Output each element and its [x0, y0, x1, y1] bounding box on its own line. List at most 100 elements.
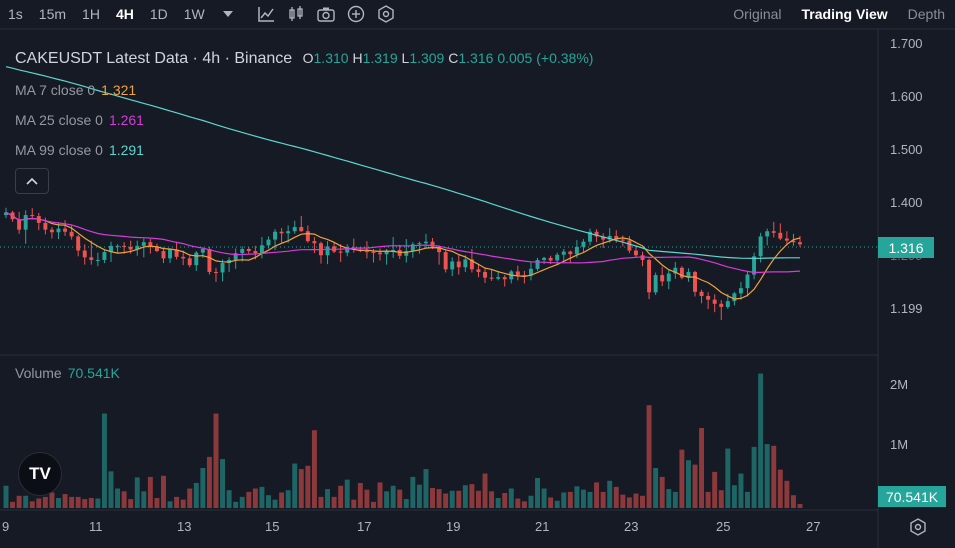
timeframe-1h[interactable]: 1H — [74, 6, 108, 22]
collapse-legend-button[interactable] — [15, 168, 49, 194]
view-trading-view[interactable]: Trading View — [792, 6, 898, 22]
volume-bar — [397, 489, 403, 508]
open-label: O — [302, 50, 314, 66]
timeframe-4h[interactable]: 4H — [108, 6, 142, 22]
candle-body — [56, 228, 61, 233]
ma-7-label: MA 7 close 0 — [15, 82, 96, 98]
volume-bar — [679, 449, 685, 508]
volume-bar — [482, 473, 488, 508]
volume-bar — [338, 485, 344, 508]
candle-body — [693, 271, 697, 292]
candles-icon[interactable] — [281, 1, 311, 27]
settings-hex-icon[interactable] — [905, 515, 931, 539]
volume-bar — [187, 488, 193, 508]
price-tick: 1.700 — [890, 36, 923, 51]
ma-7-legend[interactable]: MA 7 close 0 1.321 — [15, 82, 136, 98]
candle-body — [214, 271, 218, 273]
candle-body — [181, 256, 186, 259]
candle-body — [574, 246, 579, 255]
chevron-down-icon[interactable] — [213, 1, 243, 27]
volume-bar — [430, 488, 435, 508]
volume-bar — [436, 489, 442, 508]
tradingview-logo[interactable]: TV — [18, 452, 62, 496]
volume-bar — [233, 501, 239, 508]
candle-body — [161, 251, 166, 259]
price-tick: 1.500 — [890, 142, 923, 157]
volume-bar — [292, 463, 298, 508]
plus-circle-icon[interactable] — [341, 1, 371, 27]
candle-body — [515, 271, 520, 276]
candle-body — [476, 269, 481, 272]
candle-body — [168, 249, 173, 259]
candle-body — [712, 299, 717, 304]
timeframe-1s[interactable]: 1s — [0, 6, 31, 22]
volume-bar — [777, 469, 783, 508]
candle-body — [338, 251, 343, 253]
volume-value: 70.541K — [67, 365, 120, 381]
chart-canvas[interactable] — [0, 0, 955, 548]
volume-bar — [75, 496, 81, 508]
candle-body — [115, 245, 120, 247]
ma-99-legend[interactable]: MA 99 close 0 1.291 — [15, 142, 144, 158]
candle-body — [738, 288, 743, 294]
volume-bar — [600, 491, 606, 508]
line-chart-icon[interactable] — [251, 1, 281, 27]
timeframe-1d[interactable]: 1D — [142, 6, 176, 22]
volume-bar — [69, 496, 75, 508]
volume-bar — [745, 491, 750, 508]
candle-body — [450, 261, 455, 270]
symbol-legend: CAKEUSDT Latest Data · 4h · Binance O1.3… — [15, 50, 593, 68]
volume-bar — [213, 413, 219, 508]
volume-bar — [554, 500, 560, 508]
settings-hex-icon[interactable] — [371, 1, 401, 27]
price-tick: 1.400 — [890, 195, 923, 210]
volume-bar — [718, 490, 724, 508]
volume-bar — [607, 480, 613, 508]
ma-25-legend[interactable]: MA 25 close 0 1.261 — [15, 112, 144, 128]
symbol-title: CAKEUSDT Latest Data · 4h · Binance — [15, 50, 293, 67]
volume-bar — [541, 488, 547, 508]
volume-bar — [475, 490, 481, 508]
candle-body — [325, 246, 330, 256]
candle-body — [312, 241, 317, 244]
view-switcher: Original Trading View Depth — [723, 0, 955, 28]
toolbar: 1s 15m 1H 4H 1D 1W Original Trading View… — [0, 0, 955, 28]
volume-bar — [298, 469, 304, 508]
candle-body — [423, 241, 428, 244]
ma-25-line — [5, 211, 801, 273]
volume-bar — [239, 496, 245, 508]
volume-bar — [305, 465, 311, 508]
candle-body — [128, 246, 133, 250]
volume-bar — [784, 480, 790, 508]
volume-bar — [115, 488, 121, 508]
camera-icon[interactable] — [311, 1, 341, 27]
price-tick: 1.199 — [890, 301, 923, 316]
volume-bar — [528, 495, 534, 508]
candle-body — [246, 248, 251, 252]
volume-bar — [626, 497, 632, 508]
volume-bar — [36, 498, 42, 508]
candle-body — [647, 259, 652, 293]
volume-bar — [180, 499, 186, 508]
chevron-up-icon — [26, 177, 38, 185]
volume-bar — [587, 491, 593, 508]
candle-body — [620, 239, 625, 241]
volume-bar — [521, 501, 527, 508]
volume-bar — [738, 473, 744, 508]
volume-bar — [705, 491, 711, 508]
timeframe-1w[interactable]: 1W — [176, 6, 213, 22]
volume-bar — [594, 482, 600, 508]
view-original[interactable]: Original — [723, 6, 791, 22]
volume-bar — [56, 498, 61, 508]
candle-body — [23, 215, 28, 230]
volume-bar — [331, 496, 337, 508]
candles — [4, 207, 802, 320]
volume-bar — [495, 498, 501, 508]
date-tick: 23 — [624, 519, 639, 534]
view-depth[interactable]: Depth — [898, 6, 955, 22]
candle-body — [502, 277, 507, 280]
candle-body — [259, 245, 264, 254]
candle-body — [378, 252, 383, 255]
volume-bar — [797, 504, 803, 508]
timeframe-15m[interactable]: 15m — [31, 6, 74, 22]
